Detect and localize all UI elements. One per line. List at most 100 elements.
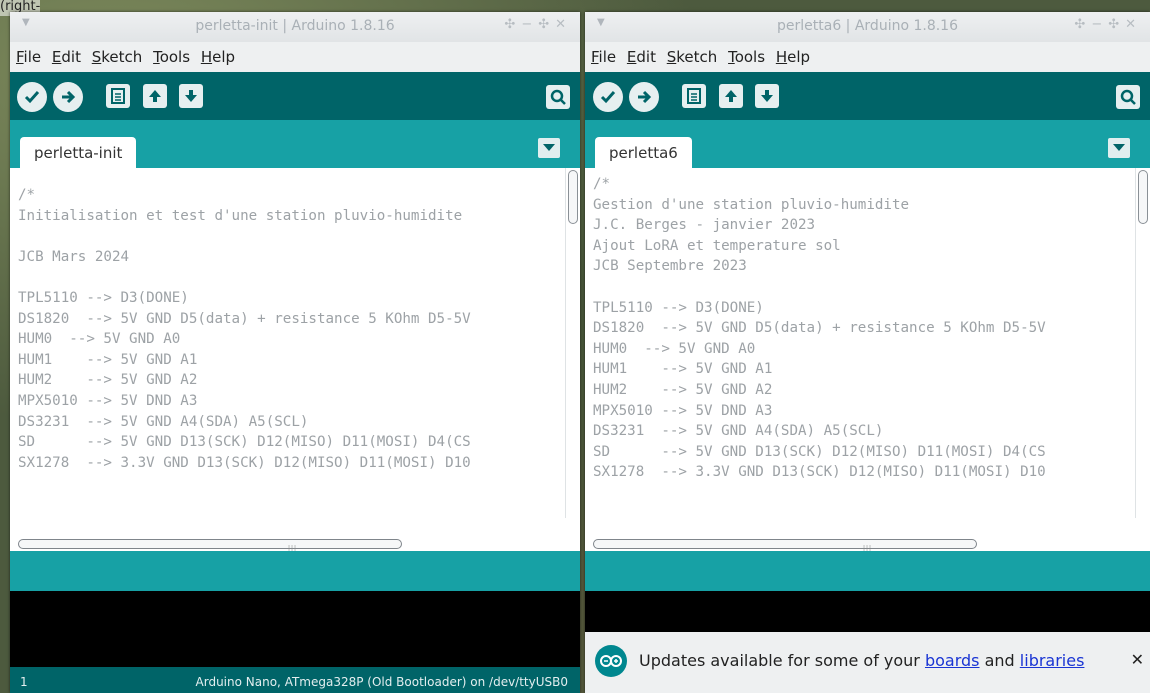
line-number: 1	[20, 675, 28, 689]
notification-text-between: and	[979, 651, 1020, 670]
window-title: perletta-init | Arduino 1.8.16	[195, 18, 395, 34]
horizontal-scroll-thumb[interactable]	[18, 539, 402, 549]
tab-sketch[interactable]: perletta-init	[20, 137, 137, 168]
serial-monitor-button[interactable]	[1116, 85, 1140, 109]
code-line: HUM2 --> 5V GND A2	[18, 372, 198, 389]
chevron-down-icon	[543, 144, 555, 151]
open-icon	[725, 90, 737, 102]
toolbar	[585, 72, 1150, 120]
menu-tools[interactable]: Tools	[725, 42, 768, 66]
code-line: DS3231 --> 5V GND A4(SDA) A5(SCL)	[593, 423, 884, 440]
upload-icon	[638, 90, 652, 104]
code-editor[interactable]: /* Initialisation et test d'une station p…	[10, 168, 580, 535]
boards-link[interactable]: boards	[925, 651, 980, 670]
menu-file[interactable]: File	[588, 42, 619, 66]
save-icon	[185, 90, 197, 102]
window-controls[interactable]: ✣−✣✕	[504, 17, 572, 32]
message-area	[10, 551, 580, 591]
code-line: Ajout LoRA et temperature sol	[593, 237, 841, 254]
menu-sketch[interactable]: Sketch	[89, 42, 146, 66]
upload-icon	[62, 90, 76, 104]
code-line: DS1820 --> 5V GND D5(data) + resistance …	[18, 310, 471, 327]
tab-bar: perletta6	[585, 120, 1150, 168]
verify-button[interactable]	[593, 82, 623, 112]
serial-monitor-icon	[550, 89, 566, 105]
menu-help[interactable]: Help	[198, 42, 238, 66]
tab-menu-button[interactable]	[1108, 138, 1130, 158]
save-button[interactable]	[755, 84, 779, 108]
code-line: HUM2 --> 5V GND A2	[593, 382, 773, 398]
open-button[interactable]	[719, 84, 743, 108]
code-line: TPL5110 --> D3(DONE)	[593, 299, 764, 316]
code-line: MPX5010 --> 5V DND A3	[593, 402, 773, 419]
menu-file[interactable]: File	[13, 42, 44, 66]
title-bar[interactable]: ▼ perletta6 | Arduino 1.8.16 ✣−✣✕	[585, 12, 1150, 42]
close-icon[interactable]: ✕	[1131, 650, 1144, 669]
tab-bar: perletta-init	[10, 120, 580, 168]
new-icon	[687, 88, 701, 104]
menu-edit[interactable]: Edit	[49, 42, 84, 66]
message-area	[585, 551, 1150, 591]
verify-button[interactable]	[17, 82, 47, 112]
code-line: SX1278 --> 3.3V GND D13(SCK) D12(MISO) D…	[18, 454, 471, 471]
code-line: MPX5010 --> 5V DND A3	[18, 393, 198, 409]
upload-button[interactable]	[629, 82, 659, 112]
arduino-window-left: ▼ perletta-init | Arduino 1.8.16 ✣−✣✕ Fi…	[10, 12, 580, 693]
notification-text: Updates available for some of your board…	[639, 651, 1084, 670]
horizontal-scrollbar[interactable]: |||	[585, 535, 1150, 552]
tab-sketch[interactable]: perletta6	[595, 137, 692, 168]
open-icon	[149, 90, 161, 102]
new-button[interactable]	[682, 84, 706, 108]
menu-tools[interactable]: Tools	[150, 42, 193, 66]
save-icon	[761, 90, 773, 102]
arduino-window-right: ▼ perletta6 | Arduino 1.8.16 ✣−✣✕ File E…	[585, 12, 1150, 693]
open-button[interactable]	[143, 84, 167, 108]
code-line: TPL5110 --> D3(DONE)	[18, 290, 189, 306]
chevron-down-icon	[1113, 144, 1125, 151]
code-line: DS3231 --> 5V GND A4(SDA) A5(SCL)	[18, 413, 309, 430]
menu-edit[interactable]: Edit	[624, 42, 659, 66]
tab-menu-button[interactable]	[538, 138, 560, 158]
vertical-scroll-thumb[interactable]	[568, 170, 578, 224]
code-line: SD --> 5V GND D13(SCK) D12(MISO) D11(MOS…	[18, 434, 471, 451]
updates-notification: Updates available for some of your board…	[585, 632, 1150, 693]
code-line: SX1278 --> 3.3V GND D13(SCK) D12(MISO) D…	[593, 464, 1046, 481]
verify-icon	[600, 91, 616, 104]
code-editor[interactable]: /* Gestion d'une station pluvio-humidite J…	[585, 168, 1150, 535]
toolbar	[10, 72, 580, 120]
horizontal-scrollbar[interactable]: |||	[10, 535, 580, 552]
serial-monitor-icon	[1120, 89, 1136, 105]
code-line: JCB Septembre 2023	[593, 258, 747, 275]
verify-icon	[24, 91, 40, 104]
save-button[interactable]	[179, 84, 203, 108]
code-line: J.C. Berges - janvier 2023	[593, 217, 816, 234]
code-line: Initialisation et test d'une station plu…	[18, 207, 463, 224]
new-icon	[111, 88, 125, 104]
code-line: Gestion d'une station pluvio-humidite	[593, 196, 910, 213]
code-line: /*	[18, 187, 36, 203]
code-line: /*	[593, 176, 611, 192]
vertical-scrollbar[interactable]	[565, 168, 580, 518]
horizontal-scroll-thumb[interactable]	[593, 539, 977, 549]
console-output[interactable]	[10, 591, 580, 667]
code-line: JCB Mars 2024	[18, 248, 130, 265]
arduino-logo-icon	[595, 645, 627, 677]
menu-bar: File Edit Sketch Tools Help	[10, 42, 580, 72]
board-info: Arduino Nano, ATmega328P (Old Bootloader…	[195, 675, 568, 689]
menu-bar: File Edit Sketch Tools Help	[585, 42, 1150, 72]
code-line: HUM1 --> 5V GND A1	[593, 361, 773, 378]
menu-sketch[interactable]: Sketch	[664, 42, 721, 66]
notification-text-before: Updates available for some of your	[639, 651, 925, 670]
code-line: HUM0 --> 5V GND A0	[593, 340, 756, 357]
new-button[interactable]	[106, 84, 130, 108]
upload-button[interactable]	[53, 82, 83, 112]
menu-help[interactable]: Help	[773, 42, 813, 66]
code-line: HUM0 --> 5V GND A0	[18, 331, 181, 348]
code-line: HUM1 --> 5V GND A1	[18, 351, 198, 368]
vertical-scroll-thumb[interactable]	[1138, 170, 1148, 224]
libraries-link[interactable]: libraries	[1020, 651, 1085, 670]
serial-monitor-button[interactable]	[546, 85, 570, 109]
vertical-scrollbar[interactable]	[1135, 168, 1150, 518]
title-bar[interactable]: ▼ perletta-init | Arduino 1.8.16 ✣−✣✕	[10, 12, 580, 42]
window-controls[interactable]: ✣−✣✕	[1074, 17, 1142, 32]
